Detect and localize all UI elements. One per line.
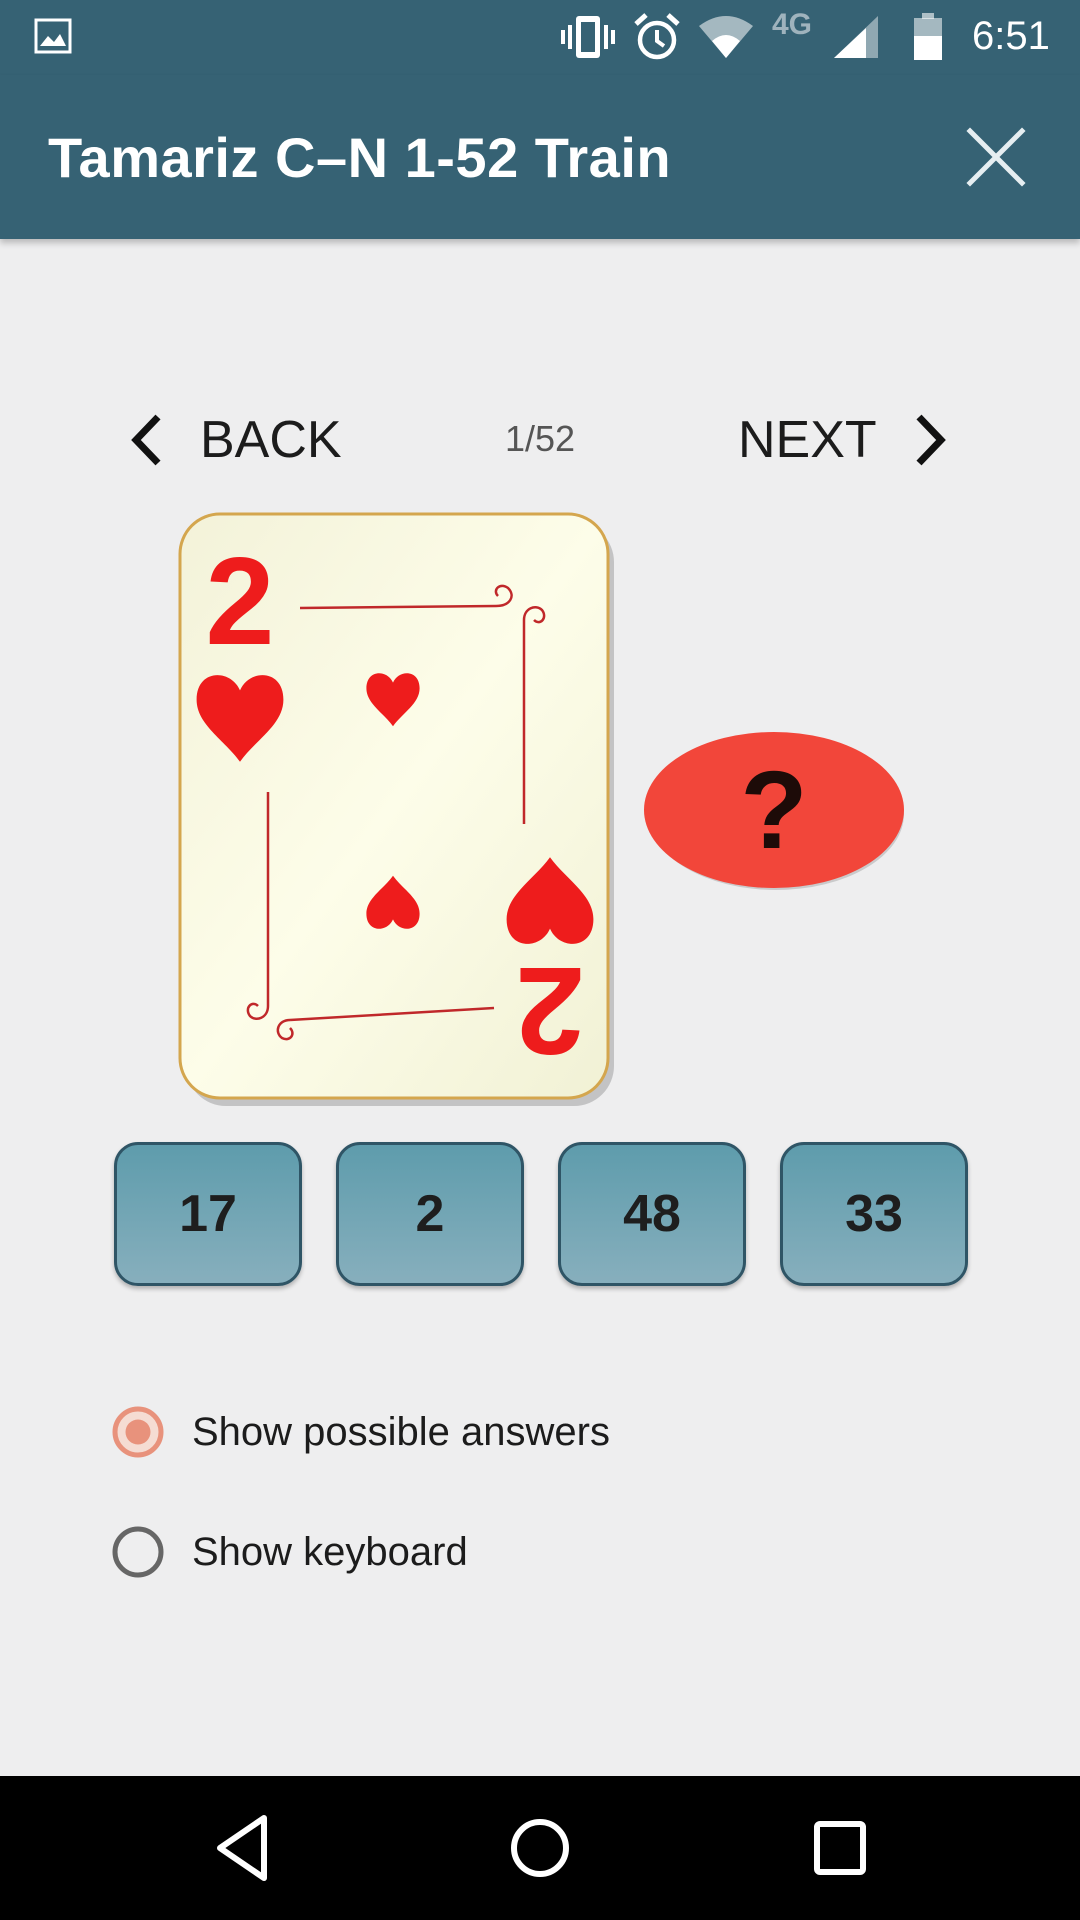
- question-mark: ?: [740, 749, 807, 872]
- close-icon: [966, 127, 1026, 187]
- option-label: Show possible answers: [192, 1409, 610, 1454]
- card-rank-top: 2: [206, 533, 275, 671]
- battery-icon: [914, 13, 942, 60]
- radio-button-unselected[interactable]: [112, 1526, 164, 1578]
- chevron-left-icon: [131, 414, 161, 466]
- playing-card: 2 2: [178, 512, 618, 1110]
- system-navigation-bar: [0, 1776, 1080, 1920]
- radio-button-selected[interactable]: [112, 1406, 164, 1458]
- next-button-label: NEXT: [738, 411, 877, 469]
- back-nav-icon[interactable]: [212, 1810, 272, 1886]
- close-button[interactable]: [958, 119, 1034, 195]
- option-label: Show keyboard: [192, 1529, 468, 1574]
- cellular-signal-icon: [834, 16, 878, 58]
- card-rank-bottom: 2: [516, 941, 585, 1079]
- status-bar: 4G 6:51: [0, 0, 1080, 75]
- answer-button-2[interactable]: 2: [336, 1142, 524, 1286]
- answer-button-3[interactable]: 48: [558, 1142, 746, 1286]
- option-show-possible-answers[interactable]: Show possible answers: [112, 1400, 610, 1464]
- status-time: 6:51: [972, 14, 1050, 58]
- recents-nav-icon[interactable]: [810, 1810, 870, 1886]
- gallery-notification-icon: [34, 18, 72, 54]
- option-show-keyboard[interactable]: Show keyboard: [112, 1520, 468, 1584]
- wifi-icon: [699, 16, 753, 58]
- vibrate-icon: [561, 16, 615, 58]
- app-bar: Tamariz C–N 1-52 Train: [0, 75, 1080, 239]
- page-title: Tamariz C–N 1-52 Train: [48, 126, 672, 189]
- home-nav-icon[interactable]: [508, 1810, 572, 1886]
- page-indicator: 1/52: [504, 418, 576, 459]
- network-type-label: 4G: [772, 8, 813, 41]
- back-button[interactable]: BACK: [128, 404, 342, 476]
- alarm-icon: [634, 13, 680, 60]
- next-button[interactable]: NEXT: [738, 404, 949, 476]
- answer-button-1[interactable]: 17: [114, 1142, 302, 1286]
- back-button-label: BACK: [200, 411, 342, 469]
- answer-button-4[interactable]: 33: [780, 1142, 968, 1286]
- screen: 4G 6:51 Tamariz C–N 1-52 Train BACK 1/52…: [0, 0, 1080, 1920]
- unknown-answer-bubble: ?: [644, 732, 904, 890]
- chevron-right-icon: [916, 414, 946, 466]
- answer-options: 17 2 48 33: [114, 1142, 968, 1286]
